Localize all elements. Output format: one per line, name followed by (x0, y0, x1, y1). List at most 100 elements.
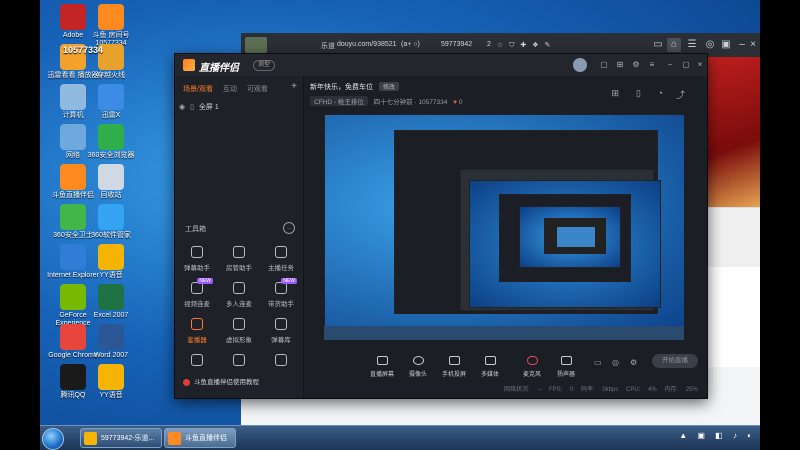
scene-name: 全屏 1 (198, 104, 219, 111)
lock-icon[interactable]: ▯ (190, 104, 194, 111)
camera-button[interactable]: 摄像头 (400, 356, 436, 378)
side-panel-lower (700, 267, 760, 367)
settings-icon[interactable]: ⚙ (630, 358, 637, 367)
scene-item[interactable]: ◉ ▯ 全屏 1 (179, 102, 299, 114)
streamer-avatar[interactable] (245, 37, 267, 53)
record-icon (183, 378, 190, 386)
app-name: 直播伴侣 (199, 63, 239, 74)
tutorial-text: 斗鱼直播伴侣使用教程 (194, 379, 259, 386)
live-companion-window: 直播伴侣 测型 ▢ ⊞ ⚙ ≡ – ▢ × 场景/观看 互动 可观看 + ◉ ▯… (174, 53, 708, 399)
app-icon (98, 4, 124, 30)
minimize-icon[interactable]: – (665, 60, 675, 70)
desktop-icon[interactable]: 360安全浏览器 (80, 124, 142, 160)
tool-item[interactable]: 虚拟形象 (219, 318, 259, 344)
tool-item[interactable]: 鉴播器 (177, 318, 217, 344)
close-icon[interactable]: × (746, 38, 760, 52)
maximize-icon[interactable]: ▢ (681, 60, 691, 70)
room-title: 新年快乐，免费车位 修改 (310, 82, 399, 92)
tab-interact[interactable]: 互动 (223, 86, 237, 93)
desktop-icon-label: YY语音 (99, 272, 123, 279)
toolbox-title: 工具箱 (185, 226, 206, 233)
tool-icon (275, 318, 287, 330)
system-tray[interactable]: ▲ ▣ ◧ ♪ ◐ (679, 431, 756, 440)
status-line: 网络状况: -- FPS: 0 码率: 0kbps CPU: 4% 内存: 25… (504, 387, 698, 393)
tool-item[interactable]: 主播任务 (261, 246, 301, 272)
screen-capture-button[interactable]: 直播屏幕 (364, 356, 400, 378)
tool-item[interactable]: 弹幕库 (261, 318, 301, 344)
tutorial-tip[interactable]: 斗鱼直播伴侣使用教程 (179, 376, 297, 390)
list-icon[interactable]: ☰ (685, 38, 699, 52)
window-icon[interactable]: ▣ (719, 38, 733, 52)
more-tools-icon[interactable]: … (283, 222, 295, 234)
desktop-icon[interactable]: 回收站 (80, 164, 142, 200)
screen-icon[interactable]: ▭ (651, 38, 665, 52)
start-live-button[interactable]: 开始直播 (652, 354, 698, 368)
edit-title-button[interactable]: 修改 (378, 82, 399, 91)
app-icon (98, 284, 124, 310)
tool-label: 带货助手 (268, 301, 294, 308)
tool-item[interactable]: 房管助手 (219, 246, 259, 272)
tool-label: 弹幕库 (271, 337, 291, 344)
yy-icon (84, 432, 97, 445)
room-category[interactable]: CFHD - 枪王排位 (310, 96, 368, 106)
tool-item[interactable]: NEW 带货助手 (261, 278, 301, 308)
message-icon[interactable]: ▢ (599, 60, 609, 70)
add-scene-button[interactable]: + (291, 81, 297, 92)
tool-item[interactable] (261, 354, 301, 370)
desktop-icon[interactable]: 360软件管家 (80, 204, 142, 240)
tool-item[interactable] (177, 354, 217, 370)
start-button[interactable] (42, 428, 64, 450)
desktop-icon-label: Word 2007 (93, 352, 129, 359)
desktop-icon[interactable]: Excel 2007 (80, 284, 142, 320)
app-icon (98, 164, 124, 190)
tab-scenes[interactable]: 场景/观看 (183, 86, 213, 93)
desktop-icon[interactable]: Word 2007 (80, 324, 142, 360)
tool-item[interactable]: 多人连麦 (219, 282, 259, 308)
desktop-icon-label: 360软件管家 (91, 232, 131, 239)
browser-url[interactable]: douyu.com/938521 (337, 41, 397, 48)
desktop-icon[interactable]: YY语音 (80, 244, 142, 280)
user-avatar[interactable] (573, 58, 587, 72)
tool-icon (233, 354, 245, 366)
eye-icon[interactable]: ◉ (179, 104, 185, 111)
taskbar-item-yy[interactable]: 59773942-乐道... (80, 428, 162, 448)
tool-label: 弹幕助手 (184, 265, 210, 272)
tool-item[interactable]: NEW 视频连麦 (177, 278, 217, 308)
lock-icon[interactable]: ▯ (636, 88, 641, 99)
tab-viewable[interactable]: 可观看 (247, 86, 268, 93)
settings-icon[interactable]: ⚙ (631, 60, 641, 70)
record-screen-icon[interactable]: ▭ (594, 358, 602, 367)
share-icon[interactable]: ⤴ (676, 88, 685, 101)
menu-icon[interactable]: ≡ (647, 60, 657, 70)
app-icon (98, 84, 124, 110)
gamepad-icon[interactable]: ◎ (703, 38, 717, 52)
browser-actions[interactable]: ☆ ⛉ ✚ ❖ ✎ (497, 41, 552, 50)
desktop-icon[interactable]: 迅雷X (80, 84, 142, 120)
tool-item[interactable] (219, 354, 259, 370)
beta-badge: 测型 (253, 60, 276, 71)
preview-taskbar (324, 326, 684, 340)
home-icon[interactable]: ⌂ (667, 38, 681, 52)
speaker-button[interactable]: 扬声器 (548, 356, 584, 378)
phone-cast-button[interactable]: 手机投屏 (436, 356, 472, 378)
tool-item[interactable]: 弹幕助手 (177, 246, 217, 272)
close-icon[interactable]: × (695, 60, 705, 70)
microphone-button[interactable]: 麦克风 (514, 356, 550, 378)
desktop-icon[interactable]: YY语音 (80, 364, 142, 400)
gift-icon[interactable]: ⊞ (615, 60, 625, 70)
phone-icon (448, 356, 460, 365)
taskbar-item-companion[interactable]: 斗鱼直播伴侣 (164, 428, 236, 448)
layout-icon[interactable]: ⊞ (611, 88, 619, 99)
promo-banner[interactable] (700, 57, 760, 207)
side-panel (700, 207, 760, 268)
recording-icon[interactable]: ◎ (612, 358, 619, 367)
tool-icon (191, 318, 203, 330)
camera-icon (412, 356, 424, 365)
stream-preview[interactable] (324, 114, 684, 340)
media-button[interactable]: 多媒体 (472, 356, 508, 378)
desktop-icon[interactable]: 斗鱼 房间号 10577334 (80, 4, 142, 48)
new-badge: NEW (281, 278, 297, 284)
app-icon (98, 204, 124, 230)
bell-icon[interactable]: ◔ (658, 88, 663, 98)
room-title-text: 新年快乐，免费车位 (310, 84, 373, 91)
